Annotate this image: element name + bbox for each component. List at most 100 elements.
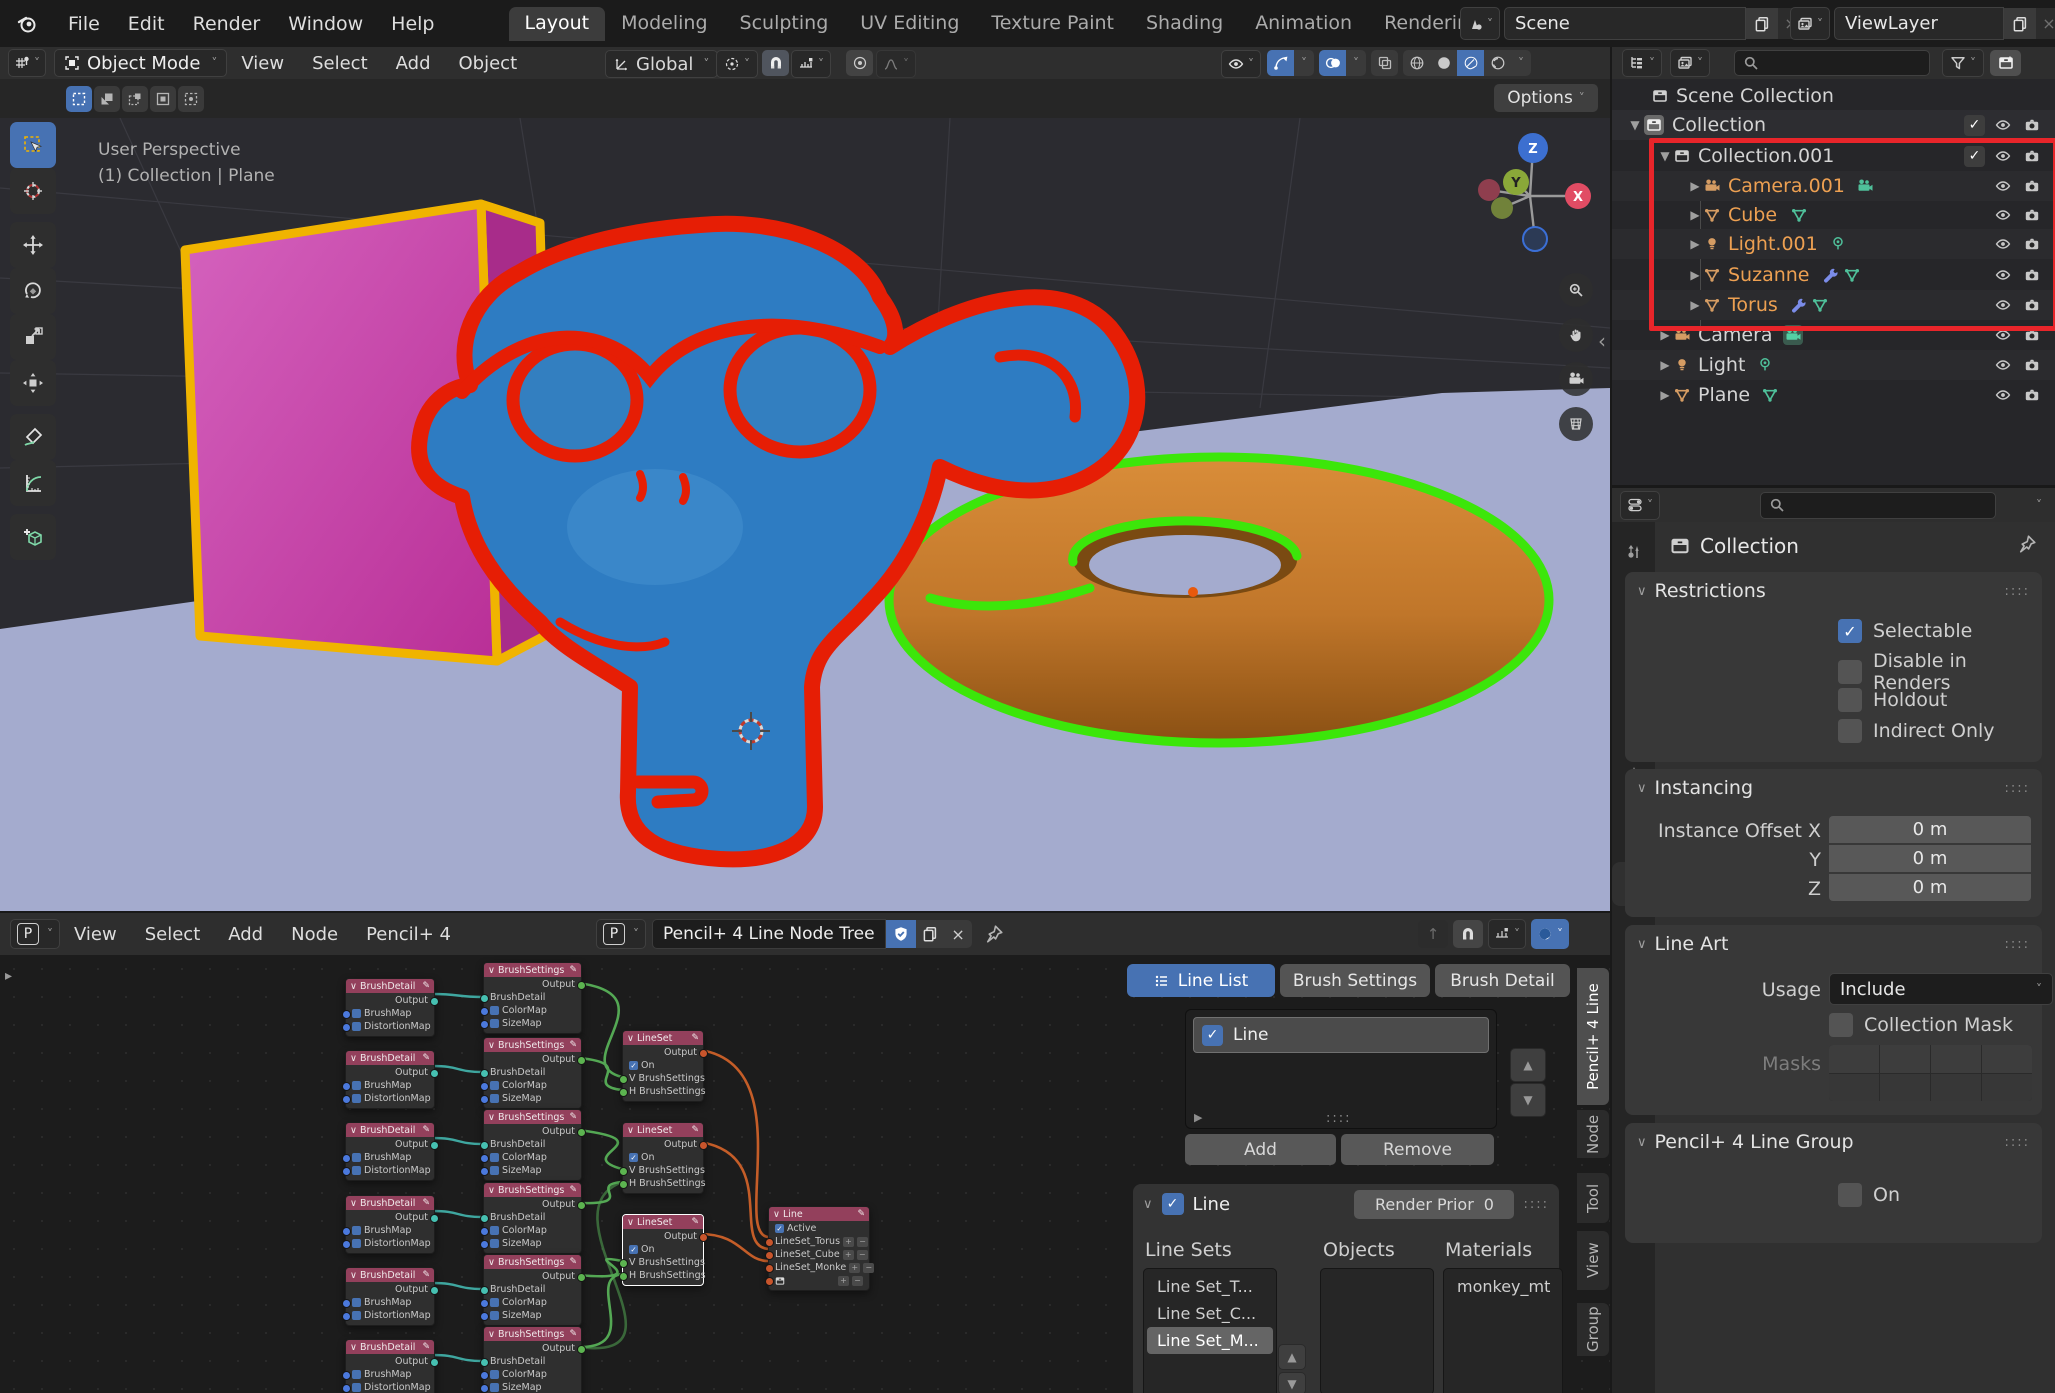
input-socket[interactable] — [480, 1095, 489, 1104]
line-set-item[interactable]: Line Set_C... — [1147, 1300, 1273, 1327]
input-socket[interactable] — [480, 1312, 489, 1321]
node-header[interactable]: ∨LineSet✎ — [623, 1215, 703, 1229]
output-socket[interactable] — [430, 1069, 439, 1078]
restrictions-panel-header[interactable]: ∨Restrictions :::: — [1625, 572, 2042, 610]
select-mode-subtract-button[interactable] — [122, 86, 148, 112]
outliner-row-light[interactable]: ▶ Light — [1612, 350, 2055, 380]
node-input-row[interactable]: DistortionMap — [346, 1309, 434, 1322]
workspace-tab-animation[interactable]: Animation — [1239, 7, 1368, 41]
node-output-row[interactable]: Output — [346, 994, 434, 1007]
workspace-tab-shading[interactable]: Shading — [1130, 7, 1239, 41]
node-input-row[interactable]: V BrushSettings — [623, 1072, 703, 1085]
shading-material-preview-button[interactable] — [1457, 50, 1484, 76]
node-line[interactable]: ∨Line✎✓ActiveLineSet_Torus+−LineSet_Cube… — [768, 1206, 870, 1291]
materials-listbox[interactable]: monkey_mt — [1443, 1268, 1563, 1393]
node-input-row[interactable]: LineSet_Torus+− — [769, 1235, 869, 1248]
node-brush-detail[interactable]: ∨BrushDetail✎OutputBrushMapDistortionMap — [345, 1339, 435, 1393]
torus-object[interactable] — [889, 457, 1549, 743]
input-socket[interactable] — [765, 1264, 774, 1273]
node-brush-detail[interactable]: ∨BrushDetail✎OutputBrushMapDistortionMap — [345, 1267, 435, 1326]
node-checkbox-row[interactable]: ✓Active — [769, 1222, 869, 1235]
holdout-checkbox[interactable] — [1838, 688, 1862, 712]
node-brush-detail[interactable]: ∨BrushDetail✎OutputBrushMapDistortionMap — [345, 1122, 435, 1181]
node-header[interactable]: ∨BrushSettings✎ — [484, 1327, 581, 1341]
input-socket[interactable] — [765, 1238, 774, 1247]
node-header[interactable]: ∨LineSet✎ — [623, 1123, 703, 1137]
node-input-row[interactable]: BrushDetail — [484, 1138, 581, 1151]
node-input-row[interactable]: DistortionMap — [346, 1092, 434, 1105]
node-line-set[interactable]: ∨LineSet✎Output✓OnV BrushSettingsH Brush… — [622, 1030, 704, 1102]
hide-in-viewport-icon[interactable] — [1995, 297, 2011, 313]
line-listbox[interactable]: ✓ Line ▶ :::: — [1185, 1009, 1497, 1129]
shading-dropdown[interactable]: ˅ — [1511, 50, 1531, 76]
output-socket[interactable] — [577, 1128, 586, 1137]
input-socket[interactable] — [342, 1167, 351, 1176]
input-socket[interactable] — [342, 1312, 351, 1321]
line-art-panel-header[interactable]: ∨Line Art :::: — [1625, 925, 2042, 963]
hide-in-viewport-icon[interactable] — [1995, 387, 2011, 403]
input-socket[interactable] — [342, 1023, 351, 1032]
line-move-up-button[interactable]: ▲ — [1510, 1048, 1546, 1082]
selectable-checkbox[interactable]: ✓ — [1838, 619, 1862, 643]
expand-arrow-icon[interactable]: ▶ — [1686, 298, 1704, 312]
overlays-dropdown[interactable]: ˅ — [1346, 50, 1366, 76]
input-socket[interactable] — [480, 1227, 489, 1236]
disable-in-renders-icon[interactable] — [2024, 327, 2040, 343]
workspace-tab-texture-paint[interactable]: Texture Paint — [975, 7, 1130, 41]
node-input-row[interactable]: ColorMap — [484, 1224, 581, 1237]
input-socket[interactable] — [619, 1088, 628, 1097]
sidebar-tab-pencil4-line[interactable]: Pencil+ 4 Line — [1577, 967, 1610, 1106]
pencil4-on-checkbox[interactable] — [1838, 1183, 1862, 1207]
snap-toggle[interactable] — [762, 50, 789, 76]
outliner-row-camera-001[interactable]: ▶ Camera.001 — [1612, 171, 2055, 201]
node-input-row[interactable]: ColorMap — [484, 1079, 581, 1092]
input-socket[interactable] — [480, 1154, 489, 1163]
node-input-row[interactable]: BrushDetail — [484, 1355, 581, 1368]
output-socket[interactable] — [430, 997, 439, 1006]
axis-minus-x[interactable] — [1478, 179, 1500, 201]
node-input-row[interactable]: BrushMap — [346, 1007, 434, 1020]
hide-in-viewport-icon[interactable] — [1995, 207, 2011, 223]
mode-dropdown[interactable]: Object Mode˅ — [54, 49, 227, 77]
node-output-row[interactable]: Output — [623, 1046, 703, 1059]
menu-window[interactable]: Window — [274, 0, 377, 47]
objects-listbox[interactable] — [1320, 1268, 1434, 1393]
axis-minus-y[interactable] — [1491, 197, 1513, 219]
node-output-row[interactable]: Output — [484, 1270, 581, 1283]
pivot-point-dropdown[interactable]: ˅ — [716, 50, 758, 78]
node-brush-settings[interactable]: ∨BrushSettings✎OutputBrushDetailColorMap… — [483, 1037, 582, 1109]
lineset-move-down-button[interactable]: ▼ — [1278, 1372, 1306, 1393]
expand-arrow-icon[interactable]: ▼ — [1656, 149, 1674, 163]
panel-grip[interactable]: :::: — [1523, 1197, 1549, 1212]
viewport-menu-select[interactable]: Select — [298, 47, 382, 79]
output-socket[interactable] — [430, 1358, 439, 1367]
shading-rendered-button[interactable] — [1484, 50, 1511, 76]
node-brush-settings[interactable]: ∨BrushSettings✎OutputBrushDetailColorMap… — [483, 1326, 582, 1393]
node-brush-detail[interactable]: ∨BrushDetail✎OutputBrushMapDistortionMap — [345, 978, 435, 1037]
output-socket[interactable] — [577, 1201, 586, 1210]
input-socket[interactable] — [480, 1240, 489, 1249]
node-brush-detail[interactable]: ∨BrushDetail✎OutputBrushMapDistortionMap — [345, 1050, 435, 1109]
node-header[interactable]: ∨BrushSettings✎ — [484, 1183, 581, 1197]
list-resize-grip[interactable]: :::: — [1326, 1111, 1352, 1126]
tool-add-cube[interactable] — [10, 514, 56, 560]
input-socket[interactable] — [480, 1020, 489, 1029]
node-input-row[interactable]: LineSet_Monke+− — [769, 1261, 869, 1274]
node-input-row[interactable]: ColorMap — [484, 1151, 581, 1164]
gizmo-dropdown[interactable]: ˅ — [1294, 50, 1314, 76]
input-socket[interactable] — [342, 1299, 351, 1308]
navigation-gizmo[interactable]: Z Y X — [1478, 133, 1591, 251]
remove-lineset-button[interactable]: − — [852, 1276, 863, 1286]
outliner-row-cube[interactable]: ▶ Cube — [1612, 200, 2055, 230]
input-socket[interactable] — [342, 1227, 351, 1236]
menu-file[interactable]: File — [54, 0, 114, 47]
hide-in-viewport-icon[interactable] — [1995, 236, 2011, 252]
new-collection-button[interactable] — [1990, 50, 2021, 76]
material-item[interactable]: monkey_mt — [1447, 1273, 1559, 1300]
output-socket[interactable] — [430, 1141, 439, 1150]
tab-brush-detail[interactable]: Brush Detail — [1435, 964, 1570, 997]
viewlayer-name-field[interactable]: ViewLayer — [1834, 7, 2004, 40]
tool-annotate[interactable] — [10, 414, 56, 460]
proportional-editing-toggle[interactable] — [846, 50, 873, 76]
node-input-row[interactable]: BrushDetail — [484, 1211, 581, 1224]
